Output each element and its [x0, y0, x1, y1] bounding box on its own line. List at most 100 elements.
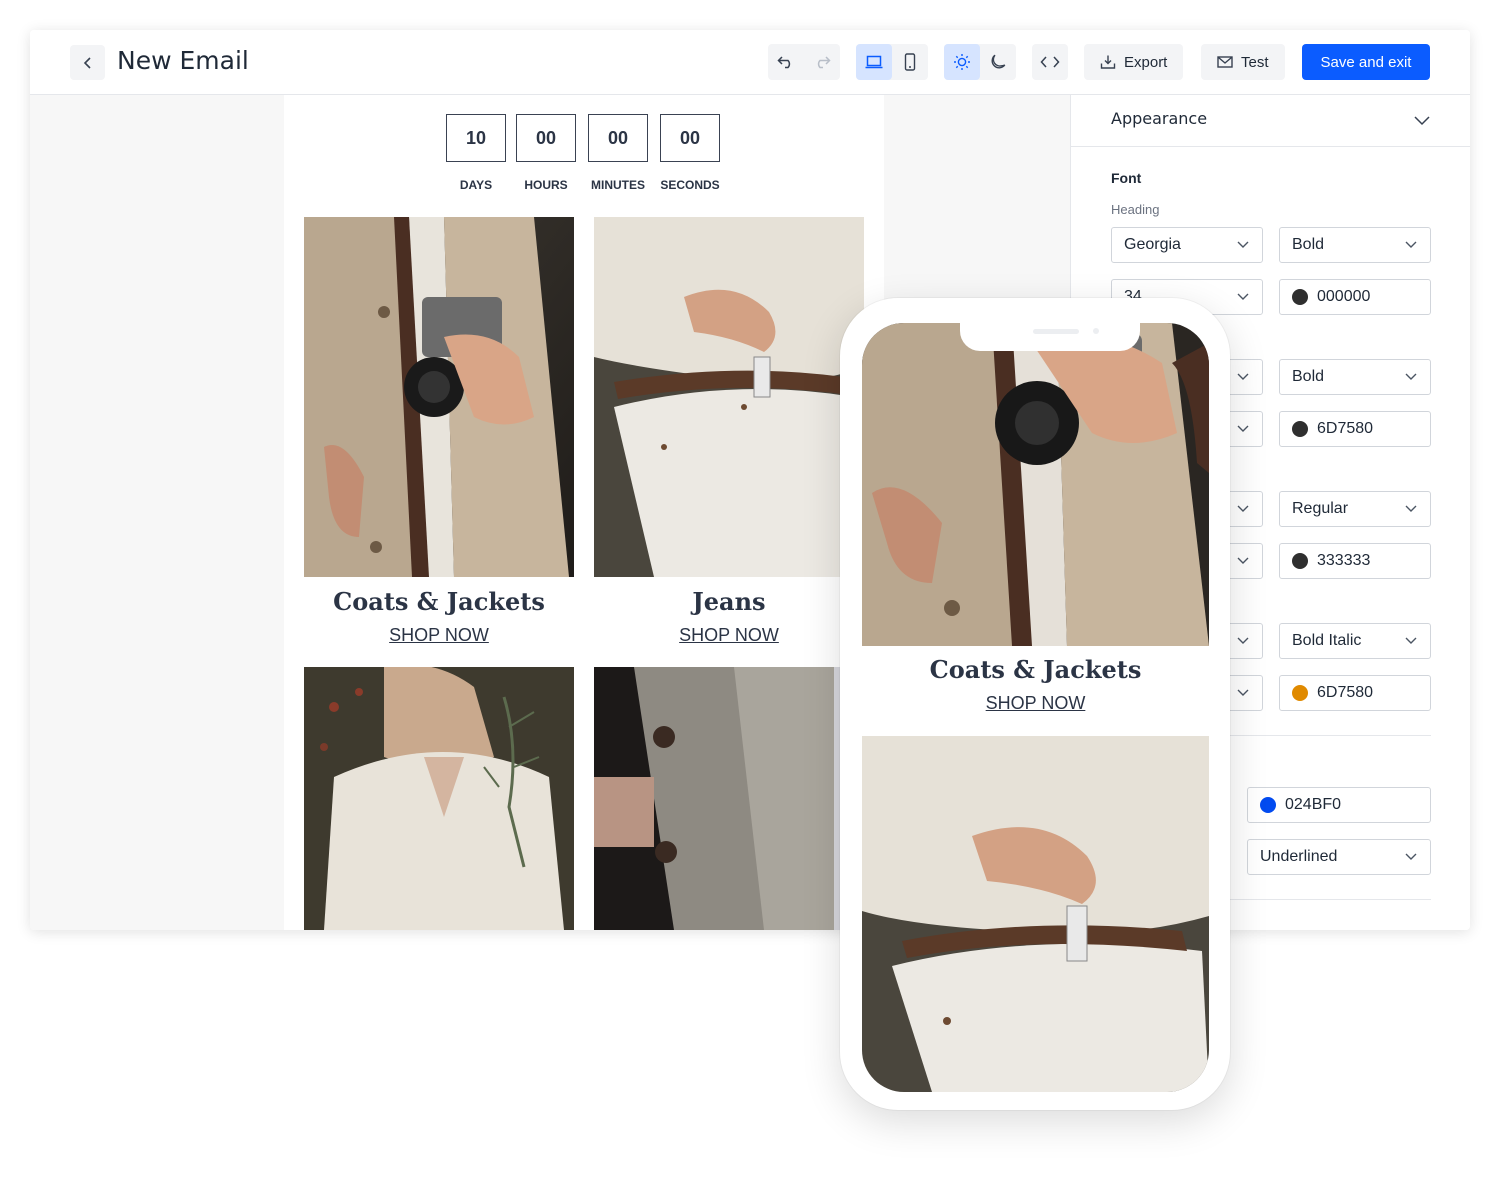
chevron-down-icon — [1237, 293, 1249, 300]
coats-jackets-title: Coats & Jackets — [333, 587, 545, 616]
chevron-down-icon — [1237, 241, 1249, 248]
front-camera — [1093, 328, 1099, 334]
link-color-value: 024BF0 — [1285, 796, 1342, 813]
phone-notch — [960, 323, 1140, 351]
chevron-down-icon — [1237, 637, 1249, 644]
email-preview: 10 00 00 00 DAYS HOURS MINUTES SECONDS C… — [284, 95, 884, 930]
download-icon — [1100, 55, 1116, 69]
speaker-grille — [1033, 329, 1079, 334]
dark-mode-button[interactable] — [980, 44, 1016, 80]
text2-color-field[interactable]: 6D7580 — [1279, 411, 1431, 447]
chevron-down-icon — [1237, 505, 1249, 512]
link-style-select[interactable]: Underlined — [1247, 839, 1431, 875]
jeans-image[interactable] — [594, 217, 864, 577]
mobile-view-button[interactable] — [892, 44, 928, 80]
heading-label: Heading — [1111, 202, 1160, 217]
sun-icon — [954, 54, 970, 70]
redo-button[interactable] — [804, 44, 840, 80]
code-icon — [1040, 56, 1060, 68]
moon-icon — [991, 54, 1006, 69]
cardigan-image[interactable] — [594, 667, 864, 930]
mobile-jeans-image[interactable] — [862, 736, 1209, 1092]
countdown-days-label: DAYS — [459, 178, 493, 192]
test-label: Test — [1241, 53, 1269, 71]
text4-font-weight-select[interactable]: Bold Italic — [1279, 623, 1431, 659]
mail-icon — [1217, 56, 1233, 68]
export-button[interactable]: Export — [1084, 44, 1184, 80]
chevron-down-icon — [1405, 373, 1417, 380]
redo-icon — [817, 56, 831, 69]
blouse-image[interactable] — [304, 667, 574, 930]
email-editor-window: New Email Export Test Save and exit 10 0… — [30, 30, 1470, 930]
history-controls — [768, 44, 840, 80]
light-mode-button[interactable] — [944, 44, 980, 80]
coats-jackets-image[interactable] — [304, 217, 574, 577]
chevron-down-icon — [1405, 637, 1417, 644]
mobile-coats-jackets-image[interactable] — [862, 323, 1209, 646]
jeans-shop-link[interactable]: SHOP NOW — [594, 625, 864, 646]
heading-color-field[interactable]: 000000 — [1279, 279, 1431, 315]
chevron-down-icon — [1405, 505, 1417, 512]
color-swatch[interactable] — [1292, 685, 1308, 701]
chevron-down-icon — [1405, 853, 1417, 860]
text4-font-weight-value: Bold Italic — [1292, 632, 1362, 649]
appearance-header[interactable]: Appearance — [1071, 95, 1470, 147]
laptop-icon — [865, 55, 883, 69]
countdown-hours-label: HOURS — [524, 178, 568, 192]
mobile-product-title: Coats & Jackets — [929, 655, 1142, 684]
countdown-hours-value: 00 — [516, 114, 576, 162]
chevron-down-icon — [1237, 373, 1249, 380]
save-and-exit-button[interactable]: Save and exit — [1302, 44, 1430, 80]
jeans-title: Jeans — [692, 587, 766, 616]
page-title: New Email — [117, 46, 249, 75]
mobile-preview-phone: Coats & Jackets SHOP NOW — [840, 298, 1230, 1110]
heading-font-weight-select[interactable]: Bold — [1279, 227, 1431, 263]
chevron-down-icon — [1414, 116, 1430, 126]
text4-color-value: 6D7580 — [1317, 684, 1374, 701]
coats-jackets-shop-link[interactable]: SHOP NOW — [304, 625, 574, 646]
text3-font-weight-value: Regular — [1292, 500, 1349, 517]
code-view-group — [1032, 44, 1068, 80]
test-button[interactable]: Test — [1201, 44, 1285, 80]
text3-font-weight-select[interactable]: Regular — [1279, 491, 1431, 527]
text3-color-value: 333333 — [1317, 552, 1371, 569]
phone-icon — [904, 53, 916, 71]
code-view-button[interactable] — [1032, 44, 1068, 80]
countdown-days-value: 10 — [446, 114, 506, 162]
mobile-shop-link[interactable]: SHOP NOW — [862, 693, 1209, 714]
mobile-screen: Coats & Jackets SHOP NOW — [862, 323, 1209, 1092]
heading-color-value: 000000 — [1317, 288, 1371, 305]
undo-icon — [777, 56, 791, 69]
countdown-seconds-value: 00 — [660, 114, 720, 162]
text2-font-weight-value: Bold — [1292, 368, 1325, 385]
appearance-title: Appearance — [1111, 109, 1208, 128]
device-toggle — [856, 44, 928, 80]
font-label: Font — [1111, 170, 1142, 186]
theme-toggle — [944, 44, 1016, 80]
back-button[interactable] — [70, 45, 105, 80]
desktop-view-button[interactable] — [856, 44, 892, 80]
chevron-down-icon — [1237, 557, 1249, 564]
text3-color-field[interactable]: 333333 — [1279, 543, 1431, 579]
countdown-minutes-label: MINUTES — [591, 178, 645, 192]
chevron-down-icon — [1237, 425, 1249, 432]
link-color-field[interactable]: 024BF0 — [1247, 787, 1431, 823]
countdown-minutes-value: 00 — [588, 114, 648, 162]
editor-header: New Email Export Test Save and exit — [30, 30, 1470, 95]
chevron-down-icon — [1405, 241, 1417, 248]
export-label: Export — [1124, 53, 1168, 71]
chevron-left-icon — [83, 56, 91, 69]
chevron-down-icon — [1237, 689, 1249, 696]
color-swatch[interactable] — [1292, 421, 1308, 437]
text4-color-field[interactable]: 6D7580 — [1279, 675, 1431, 711]
undo-button[interactable] — [768, 44, 804, 80]
link-style-value: Underlined — [1260, 848, 1338, 865]
heading-font-weight-value: Bold — [1292, 236, 1325, 253]
countdown-seconds-label: SECONDS — [660, 178, 720, 192]
heading-font-family-select[interactable]: Georgia — [1111, 227, 1263, 263]
text2-font-weight-select[interactable]: Bold — [1279, 359, 1431, 395]
color-swatch[interactable] — [1292, 553, 1308, 569]
color-swatch[interactable] — [1292, 289, 1308, 305]
text2-color-value: 6D7580 — [1317, 420, 1374, 437]
color-swatch[interactable] — [1260, 797, 1276, 813]
